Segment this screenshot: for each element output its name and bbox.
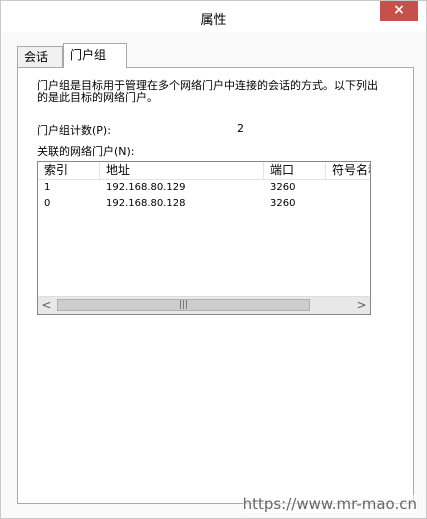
list-row[interactable]: 1 192.168.80.129 3260 bbox=[38, 180, 370, 196]
column-header-address[interactable]: 地址 bbox=[100, 162, 264, 179]
column-header-index[interactable]: 索引 bbox=[38, 162, 100, 179]
list-row[interactable]: 0 192.168.80.128 3260 bbox=[38, 196, 370, 212]
row-symbol bbox=[326, 196, 332, 212]
network-portals-label: 关联的网络门户(N): bbox=[37, 145, 135, 158]
portal-groups-panel: 门户组是目标用于管理在多个网络门户中连接的会话的方式。以下列出的是此目标的网络门… bbox=[17, 67, 414, 504]
row-index: 0 bbox=[44, 198, 51, 209]
column-header-symbol-name[interactable]: 符号名称 bbox=[326, 162, 370, 179]
row-symbol bbox=[326, 180, 332, 196]
column-header-port[interactable]: 端口 bbox=[264, 162, 326, 179]
tab-portal-groups[interactable]: 门户组 bbox=[63, 43, 127, 68]
scrollbar-thumb[interactable]: ||| bbox=[57, 299, 310, 311]
horizontal-scrollbar[interactable]: < ||| > bbox=[38, 296, 370, 314]
row-port: 3260 bbox=[270, 198, 296, 209]
title-bar[interactable]: 属性 × bbox=[1, 1, 426, 32]
network-portals-list[interactable]: 索引 地址 端口 符号名称 1 192.168.80.129 3260 0 19… bbox=[37, 161, 371, 315]
scroll-right-icon[interactable]: > bbox=[353, 297, 370, 314]
portal-group-count-label: 门户组计数(P): bbox=[37, 124, 111, 137]
window-title: 属性 bbox=[200, 13, 227, 28]
watermark-text: https://www.mr-mao.cn bbox=[242, 495, 417, 513]
panel-description: 门户组是目标用于管理在多个网络门户中连接的会话的方式。以下列出的是此目标的网络门… bbox=[37, 79, 378, 104]
row-index: 1 bbox=[44, 182, 51, 193]
tab-sessions[interactable]: 会话 bbox=[17, 46, 63, 67]
list-header: 索引 地址 端口 符号名称 bbox=[38, 162, 370, 180]
scroll-left-icon[interactable]: < bbox=[38, 297, 55, 314]
row-port: 3260 bbox=[270, 182, 296, 193]
close-button[interactable]: × bbox=[380, 1, 418, 21]
portal-group-count-value: 2 bbox=[237, 122, 244, 135]
properties-window: 属性 × 会话 门户组 门户组是目标用于管理在多个网络门户中连接的会话的方式。以… bbox=[0, 0, 427, 519]
row-address: 192.168.80.128 bbox=[106, 198, 186, 209]
row-address: 192.168.80.129 bbox=[106, 182, 186, 193]
